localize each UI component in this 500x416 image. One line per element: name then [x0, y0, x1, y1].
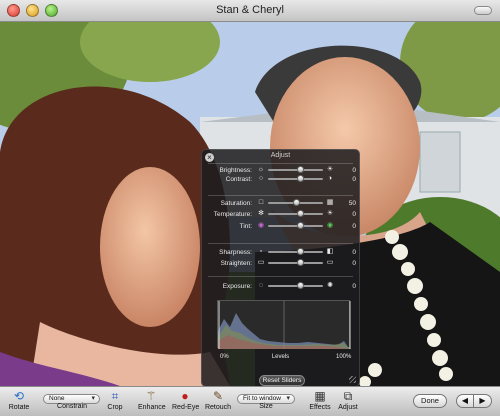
straighten-slider-thumb[interactable] — [296, 259, 304, 266]
adjust-title: Adjust — [270, 152, 291, 159]
sharpness-slider[interactable] — [268, 248, 323, 255]
size-label: Size — [259, 403, 273, 410]
warm-icon: ☀ — [326, 210, 334, 217]
toolbar-toggle-button[interactable] — [474, 6, 492, 15]
sun-large-icon: ☀ — [326, 166, 334, 173]
red-eye-button[interactable]: ● Red-Eye — [172, 389, 200, 411]
brightness-slider[interactable] — [268, 166, 323, 173]
brightness-slider-thumb[interactable] — [296, 166, 304, 173]
enhance-button[interactable]: ⚚ Enhance — [138, 389, 166, 411]
rotate-icon: ⟲ — [13, 389, 25, 403]
resize-grip-icon[interactable] — [349, 376, 356, 383]
rotate-label: Rotate — [8, 404, 30, 411]
arrow-left-icon: ◀ — [461, 396, 469, 405]
previous-photo-button[interactable]: ◀ — [456, 394, 474, 408]
rotate-right-icon: ▭ — [326, 259, 334, 266]
red-eye-label: Red-Eye — [172, 404, 200, 411]
crop-label: Crop — [107, 404, 123, 411]
done-button[interactable]: Done — [413, 394, 447, 408]
saturation-slider-thumb[interactable] — [292, 199, 300, 206]
sharpness-slider-thumb[interactable] — [296, 248, 304, 255]
enhance-label: Enhance — [138, 404, 166, 411]
rotate-left-icon: ▭ — [257, 259, 265, 266]
next-photo-button[interactable]: ▶ — [474, 394, 492, 408]
temperature-slider[interactable] — [268, 210, 323, 217]
levels-histogram[interactable] — [217, 300, 351, 349]
temperature-label: Temperature: — [213, 211, 252, 218]
constrain-label: Constrain — [57, 403, 87, 410]
adjust-icon: ⧉ — [343, 389, 353, 403]
crop-button[interactable]: ⌗ Crop — [105, 389, 125, 411]
effects-button[interactable]: ▦ Effects — [308, 389, 332, 411]
retouch-label: Retouch — [204, 404, 232, 411]
rotate-button[interactable]: ⟲ Rotate — [6, 389, 32, 411]
divider — [208, 195, 353, 196]
bottom-toolbar: ⟲ Rotate None Constrain ⌗ Crop ⚚ Enhance… — [0, 386, 500, 416]
exposure-label: Exposure: — [222, 283, 252, 290]
brightness-value: 0 — [352, 167, 356, 174]
contrast-low-icon: ○ — [258, 175, 264, 182]
histogram-graph — [218, 301, 351, 349]
adjust-label: Adjust — [338, 404, 358, 411]
brightness-label: Brightness: — [219, 167, 252, 174]
exposure-high-icon: ✺ — [327, 282, 333, 289]
constrain-label-wrap: Constrain — [55, 402, 89, 410]
contrast-value: 0 — [352, 176, 356, 183]
saturation-slider[interactable] — [268, 199, 323, 206]
tint-slider[interactable] — [268, 222, 323, 229]
divider — [208, 276, 353, 277]
saturation-label: Saturation: — [220, 200, 252, 207]
tint-label: Tint: — [239, 223, 252, 230]
tint-value: 0 — [352, 223, 356, 230]
levels-max-label: 100% — [336, 354, 352, 360]
saturation-high-icon: ▦ — [326, 199, 334, 206]
soft-icon: ▫ — [259, 248, 263, 255]
crop-icon: ⌗ — [111, 389, 119, 403]
tint-slider-thumb[interactable] — [296, 222, 304, 229]
saturation-value: 50 — [348, 200, 356, 207]
saturation-low-icon: □ — [258, 199, 264, 206]
adjust-panel[interactable]: × Adjust Brightness: ☼ ☀ 0 Contrast: ○ ◑ 0 Satur… — [201, 149, 360, 387]
retouch-brush-icon: ✎ — [212, 389, 224, 403]
window-title: Stan & Cheryl — [216, 4, 284, 16]
sharpness-value: 0 — [352, 249, 356, 256]
title-bar: Stan & Cheryl — [0, 0, 500, 22]
contrast-label: Contrast: — [225, 176, 252, 183]
straighten-label: Straighten: — [220, 260, 252, 267]
divider — [208, 243, 353, 244]
exposure-slider-thumb[interactable] — [296, 282, 304, 289]
arrow-right-icon: ▶ — [479, 396, 486, 405]
sun-small-icon: ☼ — [257, 166, 265, 173]
size-label-wrap: Size — [254, 402, 278, 410]
divider — [208, 163, 353, 164]
tint-green-icon: ◉ — [326, 222, 334, 229]
reset-sliders-button[interactable]: Reset Sliders — [259, 375, 305, 386]
effects-icon: ▦ — [314, 389, 326, 403]
contrast-slider-thumb[interactable] — [296, 175, 304, 182]
cool-icon: ✻ — [258, 210, 264, 217]
retouch-button[interactable]: ✎ Retouch — [204, 389, 232, 411]
sharpness-label: Sharpness: — [219, 249, 252, 256]
contrast-slider[interactable] — [268, 175, 323, 182]
sharp-icon: ◧ — [326, 248, 334, 255]
adjust-button[interactable]: ⧉ Adjust — [336, 389, 360, 411]
contrast-high-icon: ◑ — [327, 175, 333, 182]
exposure-value: 0 — [352, 283, 356, 290]
straighten-value: 0 — [352, 260, 356, 267]
red-eye-icon: ● — [181, 389, 189, 403]
temperature-slider-thumb[interactable] — [296, 210, 304, 217]
temperature-value: 0 — [352, 211, 356, 218]
exposure-low-icon: ◌ — [258, 282, 264, 289]
straighten-slider[interactable] — [268, 259, 323, 266]
exposure-slider[interactable] — [268, 282, 323, 289]
magic-wand-icon: ⚚ — [145, 389, 157, 403]
tint-magenta-icon: ◉ — [257, 222, 265, 229]
effects-label: Effects — [309, 404, 331, 411]
